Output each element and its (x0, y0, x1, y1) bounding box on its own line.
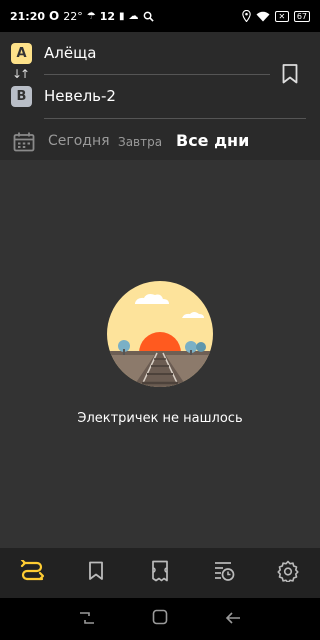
search-icon (143, 11, 154, 22)
home-icon (152, 609, 168, 629)
date-tomorrow[interactable]: Завтра (118, 135, 162, 149)
ticket-icon (151, 560, 169, 586)
no-sim-icon: ✕ (274, 10, 289, 22)
tab-favorites[interactable] (76, 553, 116, 593)
bookmark-icon[interactable] (281, 63, 299, 85)
recents-icon (79, 610, 95, 629)
recent-apps-button[interactable] (72, 604, 102, 634)
tab-routes[interactable] (12, 553, 52, 593)
clock: 21:20 (10, 9, 46, 23)
from-badge: A (11, 43, 32, 64)
bottom-tab-bar (0, 548, 320, 598)
tab-tickets[interactable] (140, 553, 180, 593)
to-station[interactable]: Невель-2 (44, 87, 116, 105)
home-button[interactable] (145, 604, 175, 634)
date-today[interactable]: Сегодня (48, 133, 110, 149)
divider (44, 118, 306, 119)
umbrella-icon: ☂ (86, 10, 96, 22)
divider (44, 74, 270, 75)
wifi-icon (256, 11, 270, 22)
bookmark-icon (88, 561, 104, 585)
back-icon (225, 610, 241, 629)
to-badge: B (11, 86, 32, 107)
empty-message: Электричек не нашлось (77, 411, 243, 426)
calendar-icon[interactable] (13, 132, 35, 152)
route-header: A Алёща ↓↑ B Невель-2 Сегодня Завтра Все… (0, 32, 320, 160)
location-icon (242, 10, 251, 22)
date-all-days[interactable]: Все дни (176, 131, 249, 150)
from-station[interactable]: Алёща (44, 44, 96, 62)
battery-icon: 67 (293, 10, 310, 22)
temperature: 22° (63, 9, 83, 23)
notification-count: 12 (99, 9, 115, 23)
settings-icon (277, 560, 299, 586)
sim-icon: ▮ (119, 10, 125, 22)
railway-illustration (107, 281, 213, 387)
back-button[interactable] (218, 604, 248, 634)
routes-icon (20, 558, 45, 586)
date-selector: Сегодня Завтра Все дни (0, 128, 320, 156)
system-nav-bar (0, 598, 320, 640)
swap-icon[interactable]: ↓↑ (12, 67, 30, 81)
cloud-icon: ☁ (128, 10, 139, 22)
tab-history[interactable] (204, 553, 244, 593)
results-area: Электричек не нашлось (0, 160, 320, 548)
status-bar: 21:20 O 22° ☂ 12 ▮ ☁ ✕ 67 (0, 0, 320, 32)
history-icon (213, 560, 235, 586)
tab-settings[interactable] (268, 553, 308, 593)
opera-icon: O (49, 9, 60, 23)
